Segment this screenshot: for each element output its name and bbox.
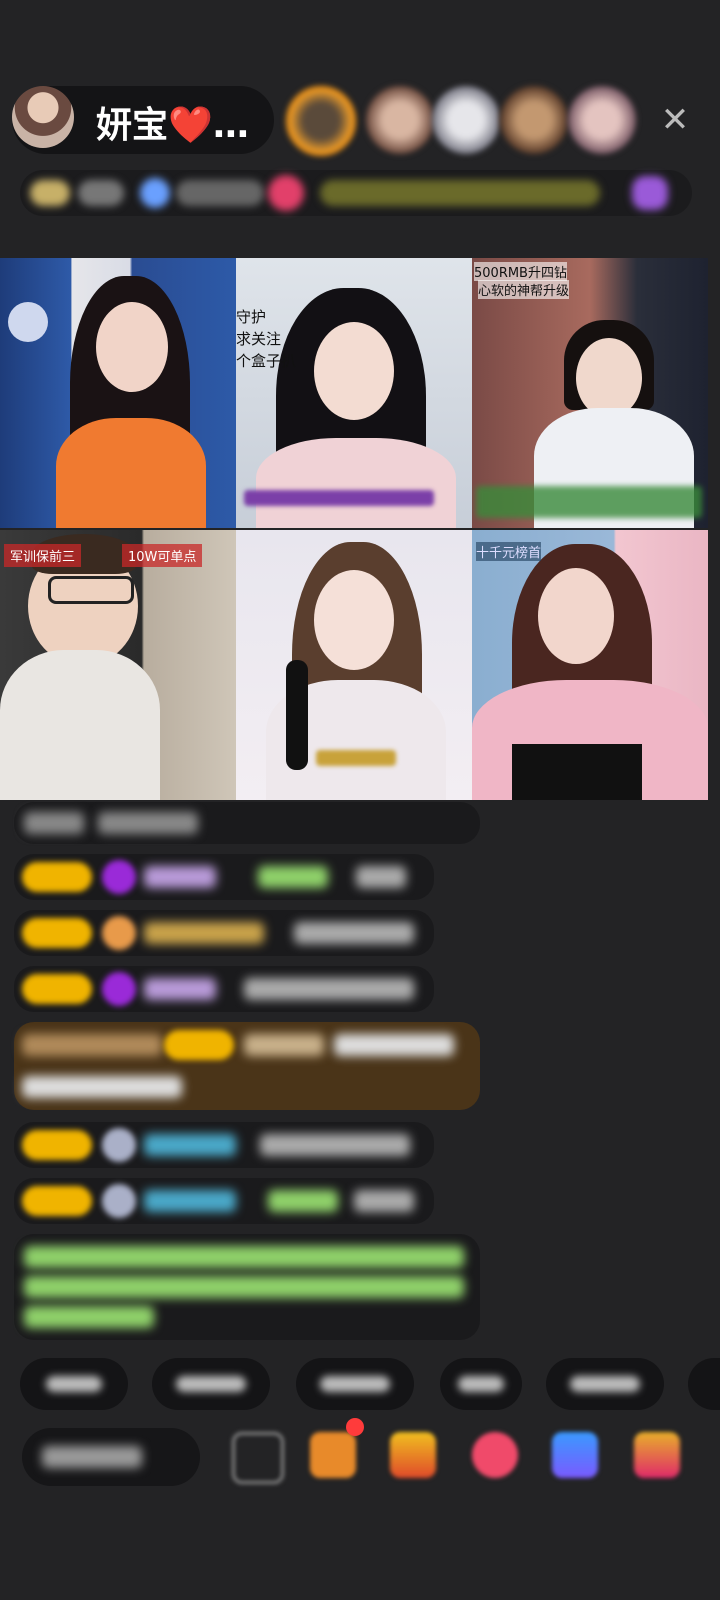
tile-3-caption-blur xyxy=(476,486,702,518)
tile-3-overlay-2: 心软的神帮升级 xyxy=(478,280,570,299)
tile-4-tag-1: 军训保前三 xyxy=(4,544,82,567)
tile-2-overlay-3: 个盒子扒 xyxy=(236,352,297,370)
close-icon[interactable]: ✕ xyxy=(655,100,695,140)
tile-5-caption-blur xyxy=(316,750,396,766)
viewer-avatar-2[interactable] xyxy=(366,86,434,154)
chat-message-2[interactable] xyxy=(14,910,434,956)
fans-text-blur xyxy=(176,180,264,206)
gift-icon[interactable] xyxy=(268,175,304,211)
notification-dot xyxy=(346,1418,364,1436)
video-tile-5[interactable] xyxy=(236,530,472,800)
rank-text-blur xyxy=(78,180,124,206)
heart-icon[interactable] xyxy=(472,1432,518,1478)
gift-box-icon[interactable] xyxy=(310,1432,356,1478)
fans-icon xyxy=(140,178,170,208)
microphone-icon xyxy=(286,660,308,770)
video-tile-1[interactable] xyxy=(0,258,236,528)
chat-input[interactable] xyxy=(22,1428,200,1486)
emoji-icon[interactable] xyxy=(232,1432,284,1484)
video-tile-4[interactable]: 军训保前三 10W可单点 xyxy=(0,530,236,800)
viewer-avatar-3[interactable] xyxy=(432,86,500,154)
tile-2-overlay-2: 求关注 xyxy=(236,330,282,348)
tile-6-overlay-1: 十千元榜首 xyxy=(476,542,542,561)
viewer-avatar-4[interactable] xyxy=(500,86,568,154)
quick-chip-5[interactable] xyxy=(546,1358,664,1410)
game-icon[interactable] xyxy=(552,1432,598,1478)
chat-message-5[interactable] xyxy=(14,1178,434,1224)
video-tile-6[interactable]: 十千元榜首 xyxy=(472,530,708,800)
system-notice xyxy=(14,1234,480,1340)
chat-message-3[interactable] xyxy=(14,966,434,1012)
flower-decor xyxy=(8,302,48,342)
video-tile-3[interactable]: 500RMB升四钻 心软的神帮升级 xyxy=(472,258,708,528)
quick-chip-1[interactable] xyxy=(20,1358,128,1410)
host-name: 妍宝❤️… xyxy=(96,105,249,146)
quick-chip-4[interactable] xyxy=(440,1358,522,1410)
tile-4-tag-2: 10W可单点 xyxy=(122,544,203,567)
quick-chip-2[interactable] xyxy=(152,1358,270,1410)
host-avatar[interactable] xyxy=(12,86,74,148)
chat-message-4[interactable] xyxy=(14,1122,434,1168)
chat-message-0 xyxy=(14,802,480,844)
quick-chip-6[interactable] xyxy=(688,1358,720,1410)
tile-2-caption-blur xyxy=(244,490,434,506)
chat-message-highlight[interactable] xyxy=(14,1022,480,1110)
chat-message-1[interactable] xyxy=(14,854,434,900)
tile-2-overlay-1: 守护 xyxy=(236,308,267,326)
viewer-avatar-1[interactable] xyxy=(286,86,356,156)
more-icon[interactable] xyxy=(634,1432,680,1478)
quick-chip-3[interactable] xyxy=(296,1358,414,1410)
rank-icon xyxy=(30,180,70,206)
tile-3-overlay-1: 500RMB升四钻 xyxy=(474,262,567,281)
tile-6-top xyxy=(512,744,642,800)
activity-icon[interactable] xyxy=(632,176,668,210)
video-tile-2[interactable]: 守护 求关注 个盒子扒 xyxy=(236,258,472,528)
viewer-avatar-5[interactable] xyxy=(568,86,636,154)
announcement-blur xyxy=(320,180,600,206)
treasure-icon[interactable] xyxy=(390,1432,436,1478)
